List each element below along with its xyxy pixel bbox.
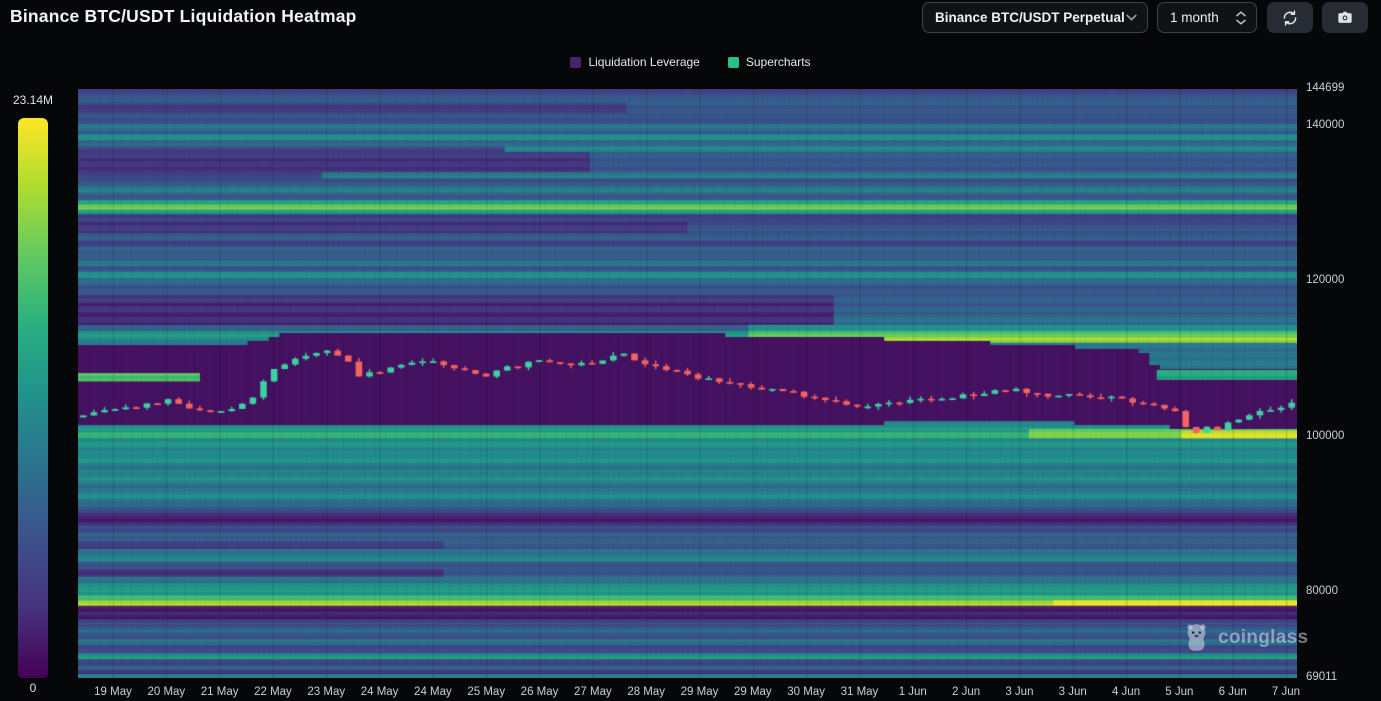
x-axis-label: 23 May [307,686,345,698]
symbol-dropdown[interactable]: Binance BTC/USDT Perpetual [922,2,1148,33]
y-axis-label: 144699 [1306,82,1370,94]
x-axis-label: 3 Jun [1059,686,1087,698]
x-axis-label: 2 Jun [952,686,980,698]
colorbar [18,118,48,678]
x-axis-label: 3 Jun [1005,686,1033,698]
colorbar-min-label: 0 [18,681,48,695]
x-axis-label: 1 Jun [899,686,927,698]
x-axis-label: 26 May [521,686,559,698]
x-axis-label: 7 Jun [1272,686,1300,698]
x-axis-label: 30 May [787,686,825,698]
y-axis-label: 69011 [1306,671,1370,683]
legend-swatch-purple [570,57,581,68]
timeframe-select[interactable]: 1 month [1157,2,1257,33]
refresh-icon [1281,9,1299,27]
refresh-button[interactable] [1267,2,1313,33]
legend-item-liquidation-leverage[interactable]: Liquidation Leverage [570,55,699,69]
x-axis-label: 31 May [841,686,879,698]
legend-item-supercharts[interactable]: Supercharts [728,55,811,69]
colorbar-max-label: 23.14M [2,93,64,107]
heatmap-canvas[interactable] [78,89,1297,678]
x-axis-label: 21 May [201,686,239,698]
x-axis-label: 27 May [574,686,612,698]
stepper-up-icon[interactable] [1236,11,1246,17]
symbol-dropdown-value: Binance BTC/USDT Perpetual [935,10,1125,25]
x-axis-label: 19 May [94,686,132,698]
legend-item-label: Supercharts [746,55,811,69]
page-title: Binance BTC/USDT Liquidation Heatmap [10,6,357,27]
timeframe-value: 1 month [1170,10,1219,25]
x-axis-label: 28 May [627,686,665,698]
y-axis-label: 80000 [1306,585,1370,597]
x-axis-label: 29 May [734,686,772,698]
x-axis-label: 29 May [681,686,719,698]
legend: Liquidation Leverage Supercharts [0,55,1381,69]
stepper-down-icon[interactable] [1236,19,1246,25]
legend-swatch-green [728,57,739,68]
chevron-down-icon [1126,14,1137,21]
x-axis-label: 4 Jun [1112,686,1140,698]
camera-icon [1336,9,1354,27]
x-axis-label: 6 Jun [1219,686,1247,698]
x-axis-label: 24 May [361,686,399,698]
camera-button[interactable] [1322,2,1368,33]
x-axis-label: 5 Jun [1165,686,1193,698]
legend-item-label: Liquidation Leverage [588,55,699,69]
y-axis-label: 140000 [1306,119,1370,131]
x-axis-label: 20 May [147,686,185,698]
x-axis-label: 25 May [467,686,505,698]
x-axis-label: 24 May [414,686,452,698]
y-axis-label: 120000 [1306,274,1370,286]
y-axis-label: 100000 [1306,430,1370,442]
x-axis-label: 22 May [254,686,292,698]
